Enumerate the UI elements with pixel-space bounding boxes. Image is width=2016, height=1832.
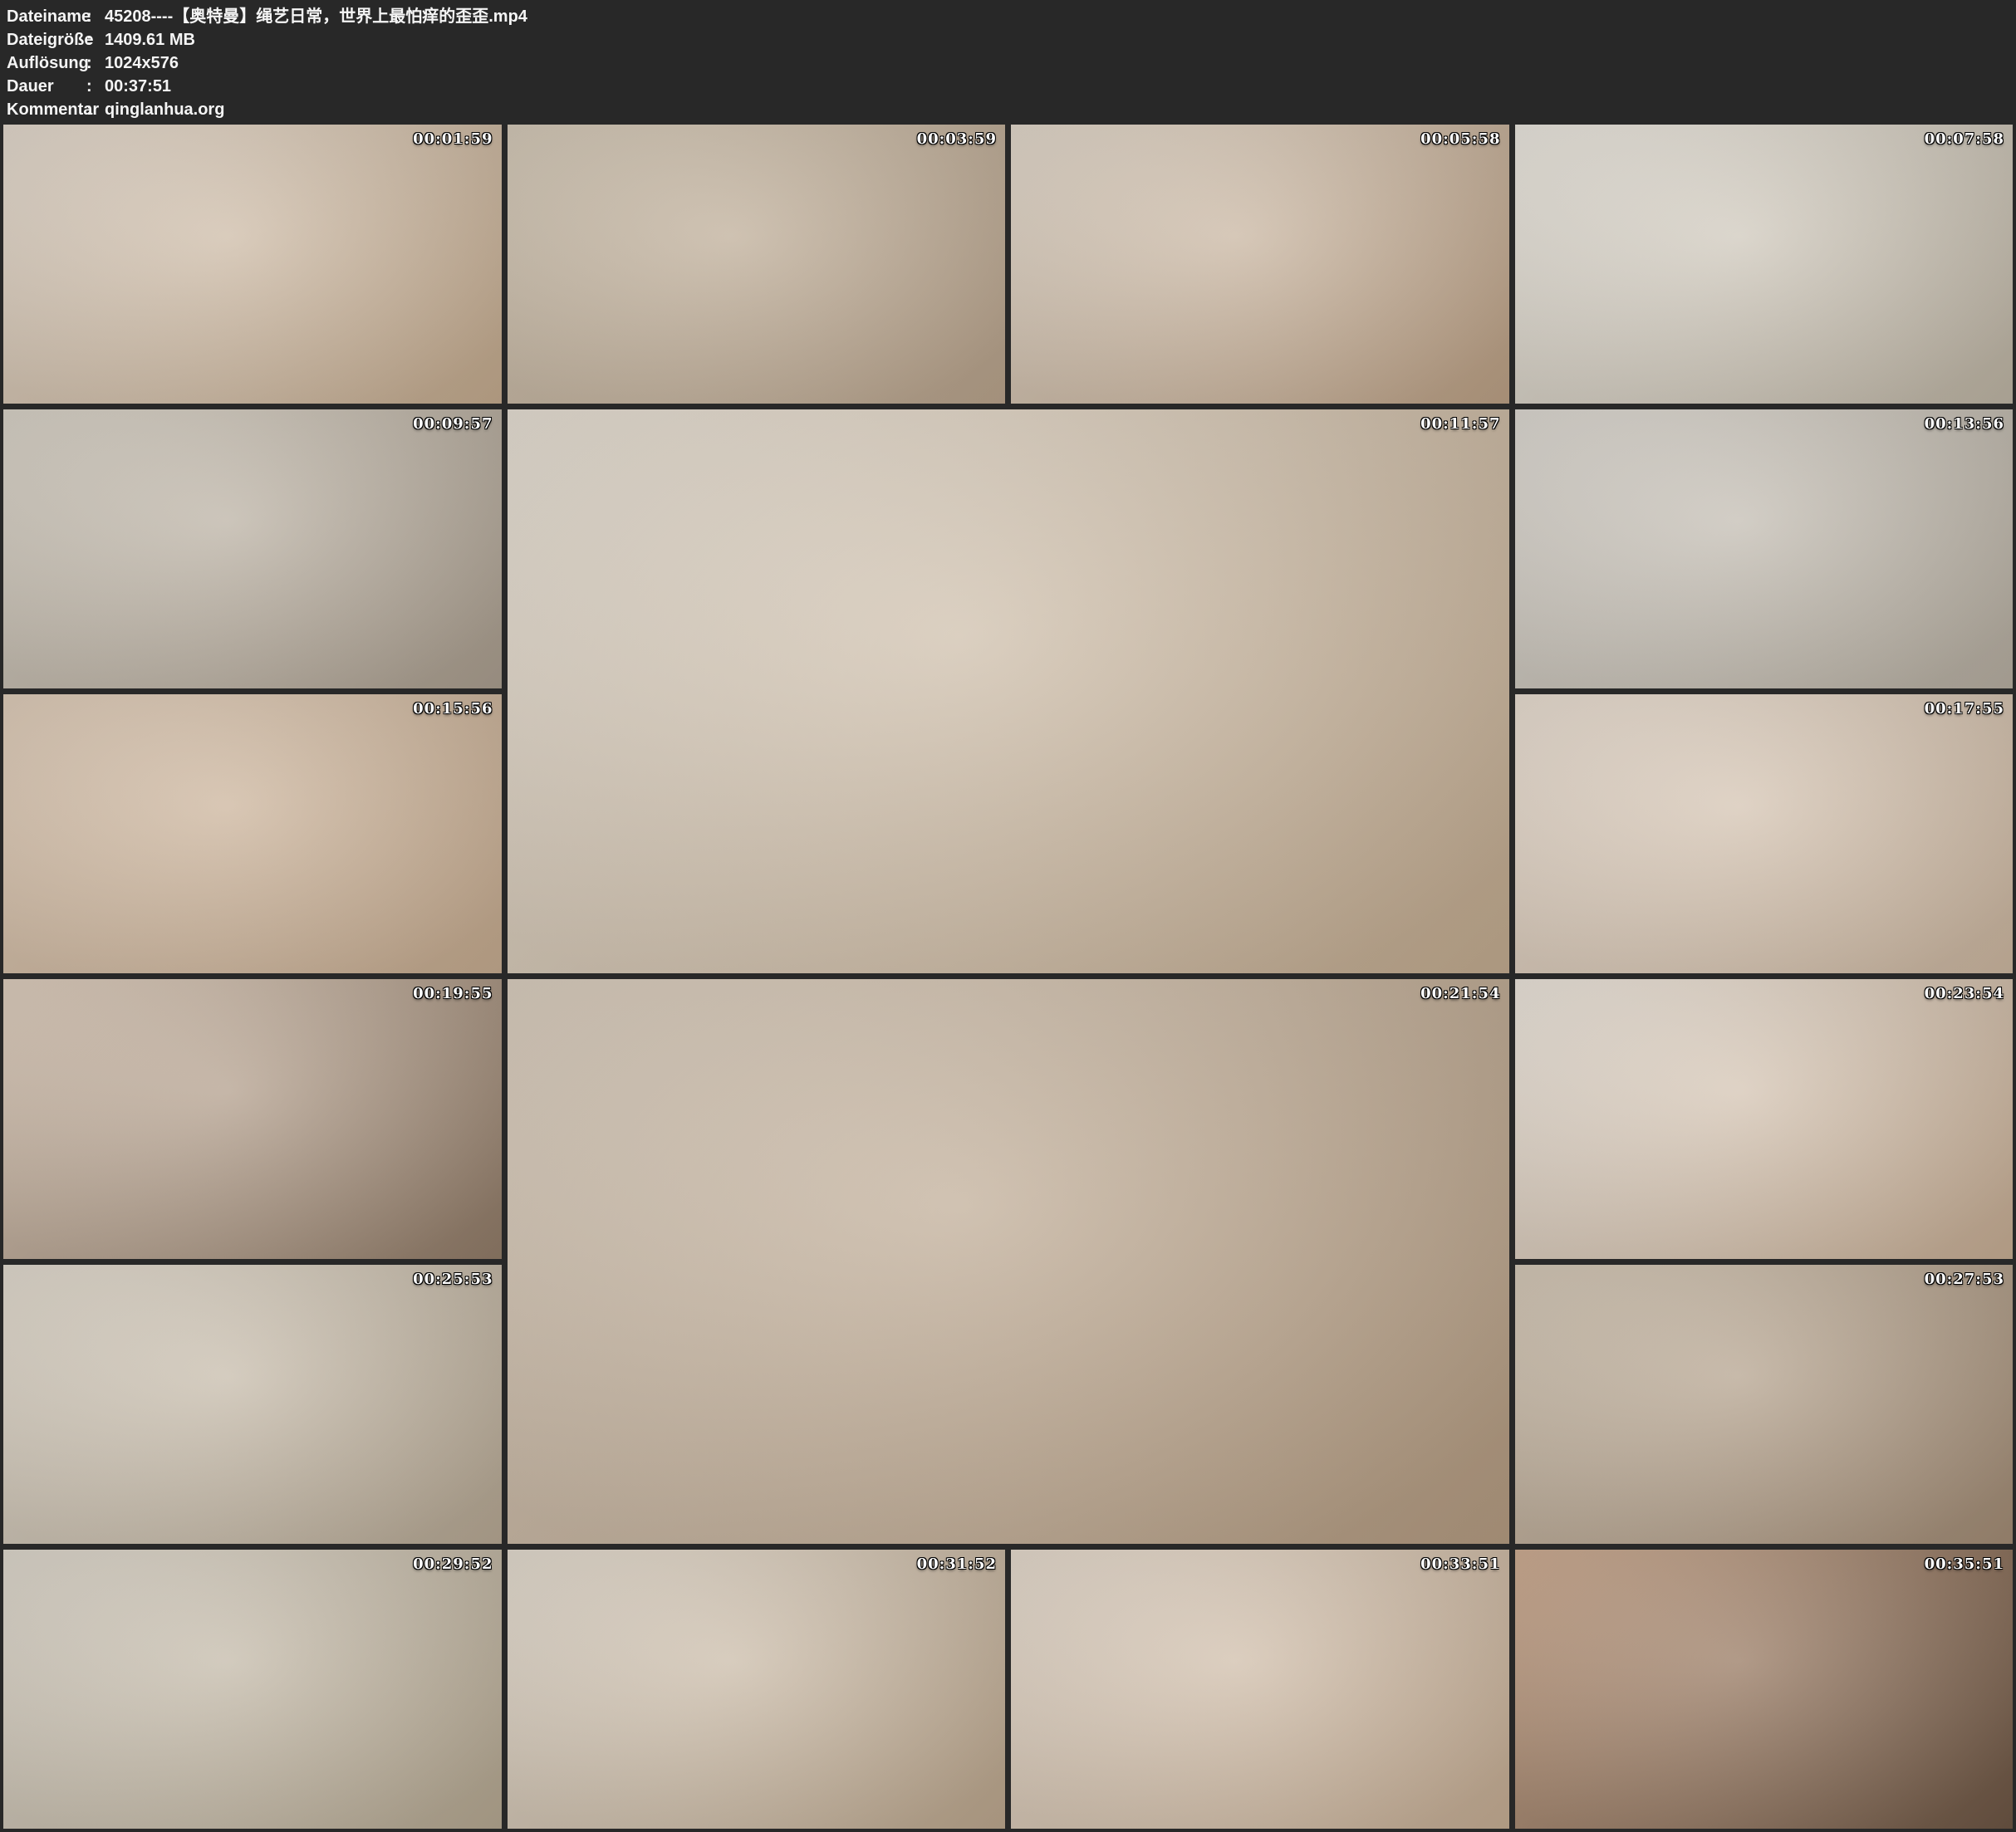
video-frame-thumbnail[interactable]: 00:01:59 — [3, 125, 502, 404]
video-frame-thumbnail[interactable]: 00:35:51 — [1515, 1550, 2014, 1829]
separator: : — [86, 98, 105, 121]
frame-timestamp-overlay: 00:01:59 — [413, 130, 493, 148]
frame-timestamp-overlay: 00:19:55 — [413, 985, 493, 1002]
file-metadata-header: Dateiname : 45208----【奥特曼】绳艺日常，世界上最怕痒的歪歪… — [0, 0, 2016, 125]
meta-row-resolution: Auflösung : 1024x576 — [7, 51, 2016, 75]
frame-timestamp-overlay: 00:05:58 — [1420, 130, 1500, 148]
thumbnail-grid: 00:01:59 00:03:59 00:05:58 00:07:58 00:0… — [3, 125, 2013, 1829]
video-frame-thumbnail[interactable]: 00:03:59 — [508, 125, 1006, 404]
filename-value: 45208----【奥特曼】绳艺日常，世界上最怕痒的歪歪.mp4 — [105, 5, 2016, 28]
comment-link[interactable]: qinglanhua.org — [105, 98, 2016, 121]
video-frame-thumbnail[interactable]: 00:31:52 — [508, 1550, 1006, 1829]
frame-timestamp-overlay: 00:13:56 — [1925, 415, 2004, 433]
resolution-value: 1024x576 — [105, 51, 2016, 75]
frame-timestamp-overlay: 00:17:55 — [1925, 700, 2004, 718]
frame-timestamp-overlay: 00:07:58 — [1925, 130, 2004, 148]
video-frame-thumbnail[interactable]: 00:09:57 — [3, 409, 502, 688]
filename-label: Dateiname — [7, 5, 86, 28]
video-frame-thumbnail[interactable]: 00:07:58 — [1515, 125, 2014, 404]
meta-row-filesize: Dateigröße : 1409.61 MB — [7, 28, 2016, 51]
video-frame-thumbnail[interactable]: 00:17:55 — [1515, 694, 2014, 973]
resolution-label: Auflösung — [7, 51, 86, 75]
comment-label: Kommentar — [7, 98, 86, 121]
filesize-value: 1409.61 MB — [105, 28, 2016, 51]
video-frame-thumbnail[interactable]: 00:13:56 — [1515, 409, 2014, 688]
frame-timestamp-overlay: 00:09:57 — [413, 415, 493, 433]
separator: : — [86, 5, 105, 28]
video-frame-thumbnail[interactable]: 00:33:51 — [1011, 1550, 1509, 1829]
video-frame-thumbnail[interactable]: 00:27:53 — [1515, 1265, 2014, 1544]
meta-row-duration: Dauer : 00:37:51 — [7, 75, 2016, 98]
video-frame-thumbnail-large[interactable]: 00:21:54 — [508, 979, 1509, 1543]
video-frame-thumbnail[interactable]: 00:23:54 — [1515, 979, 2014, 1258]
video-frame-thumbnail[interactable]: 00:25:53 — [3, 1265, 502, 1544]
meta-row-filename: Dateiname : 45208----【奥特曼】绳艺日常，世界上最怕痒的歪歪… — [7, 5, 2016, 28]
frame-timestamp-overlay: 00:03:59 — [917, 130, 997, 148]
frame-timestamp-overlay: 00:27:53 — [1925, 1271, 2004, 1288]
frame-timestamp-overlay: 00:15:56 — [413, 700, 493, 718]
duration-label: Dauer — [7, 75, 86, 98]
frame-timestamp-overlay: 00:25:53 — [413, 1271, 493, 1288]
filesize-label: Dateigröße — [7, 28, 86, 51]
frame-timestamp-overlay: 00:29:52 — [413, 1555, 493, 1573]
video-frame-thumbnail[interactable]: 00:15:56 — [3, 694, 502, 973]
video-frame-thumbnail[interactable]: 00:29:52 — [3, 1550, 502, 1829]
frame-timestamp-overlay: 00:33:51 — [1420, 1555, 1500, 1573]
video-frame-thumbnail[interactable]: 00:05:58 — [1011, 125, 1509, 404]
frame-timestamp-overlay: 00:23:54 — [1925, 985, 2004, 1002]
meta-row-comment: Kommentar : qinglanhua.org — [7, 98, 2016, 121]
video-frame-thumbnail-large[interactable]: 00:11:57 — [508, 409, 1509, 973]
separator: : — [86, 28, 105, 51]
frame-timestamp-overlay: 00:31:52 — [917, 1555, 997, 1573]
frame-timestamp-overlay: 00:11:57 — [1420, 415, 1500, 433]
frame-timestamp-overlay: 00:21:54 — [1420, 985, 1500, 1002]
video-contact-sheet: Dateiname : 45208----【奥特曼】绳艺日常，世界上最怕痒的歪歪… — [0, 0, 2016, 1832]
video-frame-thumbnail[interactable]: 00:19:55 — [3, 979, 502, 1258]
separator: : — [86, 51, 105, 75]
duration-value: 00:37:51 — [105, 75, 2016, 98]
separator: : — [86, 75, 105, 98]
frame-timestamp-overlay: 00:35:51 — [1925, 1555, 2004, 1573]
